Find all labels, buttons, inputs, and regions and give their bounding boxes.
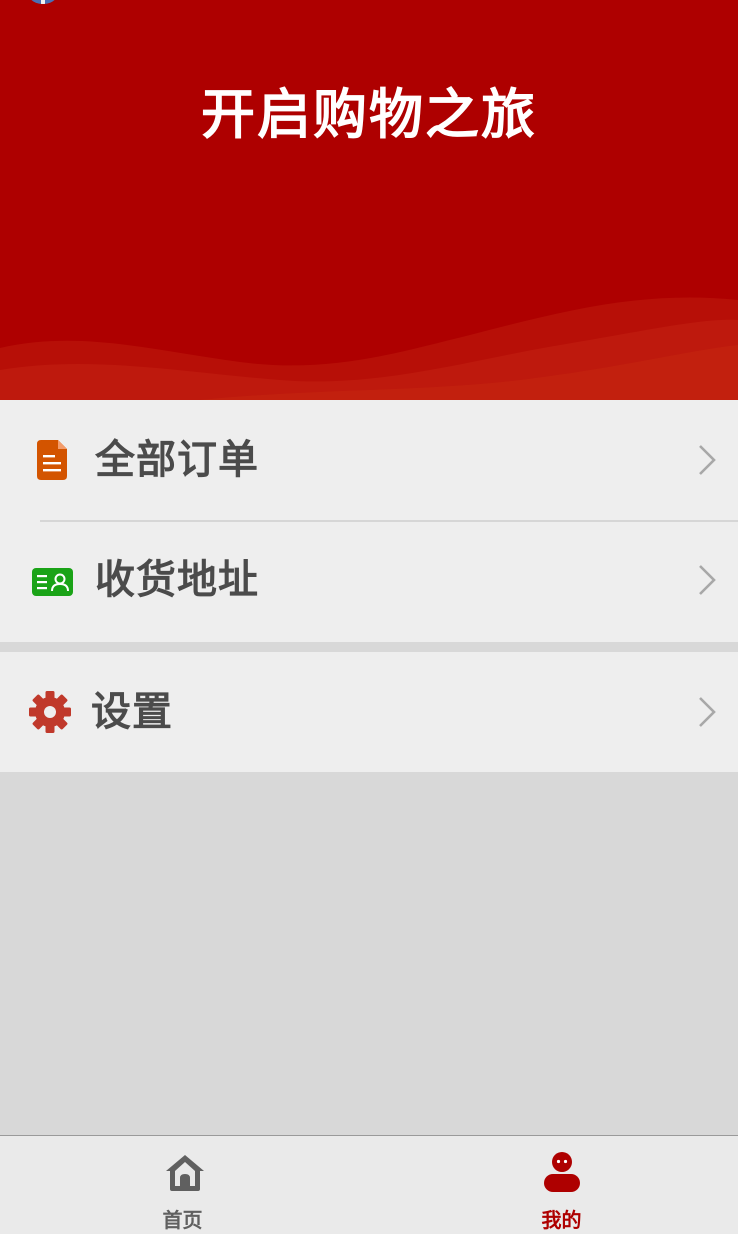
menu-item-label: 全部订单: [95, 437, 259, 483]
address-card-icon: [32, 568, 73, 596]
menu-item-shipping-address[interactable]: 收货地址: [0, 520, 738, 640]
menu-group-orders: 全部订单 收货地址: [0, 400, 738, 642]
menu-item-all-orders[interactable]: 全部订单: [0, 400, 738, 520]
order-document-icon: [37, 440, 67, 480]
header-banner: 开启购物之旅: [0, 0, 738, 400]
chevron-right-icon: [699, 697, 716, 727]
banner-wave-decoration: [0, 297, 738, 400]
home-icon: [166, 1155, 204, 1191]
page-title: 开启购物之旅: [201, 83, 537, 146]
tab-label: 我的: [541, 1208, 582, 1232]
gear-icon: [29, 691, 71, 733]
chevron-right-icon: [699, 445, 716, 475]
tab-label: 首页: [162, 1208, 203, 1232]
menu-item-label: 收货地址: [95, 557, 259, 603]
menu-item-label: 设置: [91, 689, 173, 735]
chevron-right-icon: [699, 565, 716, 595]
user-icon: [544, 1152, 580, 1192]
menu-item-settings[interactable]: 设置: [0, 652, 738, 772]
tab-home[interactable]: 首页: [0, 1136, 369, 1234]
menu-group-settings: 设置: [0, 652, 738, 772]
bottom-tab-bar: 首页 我的: [0, 1135, 738, 1234]
tab-mine[interactable]: 我的: [369, 1136, 738, 1234]
